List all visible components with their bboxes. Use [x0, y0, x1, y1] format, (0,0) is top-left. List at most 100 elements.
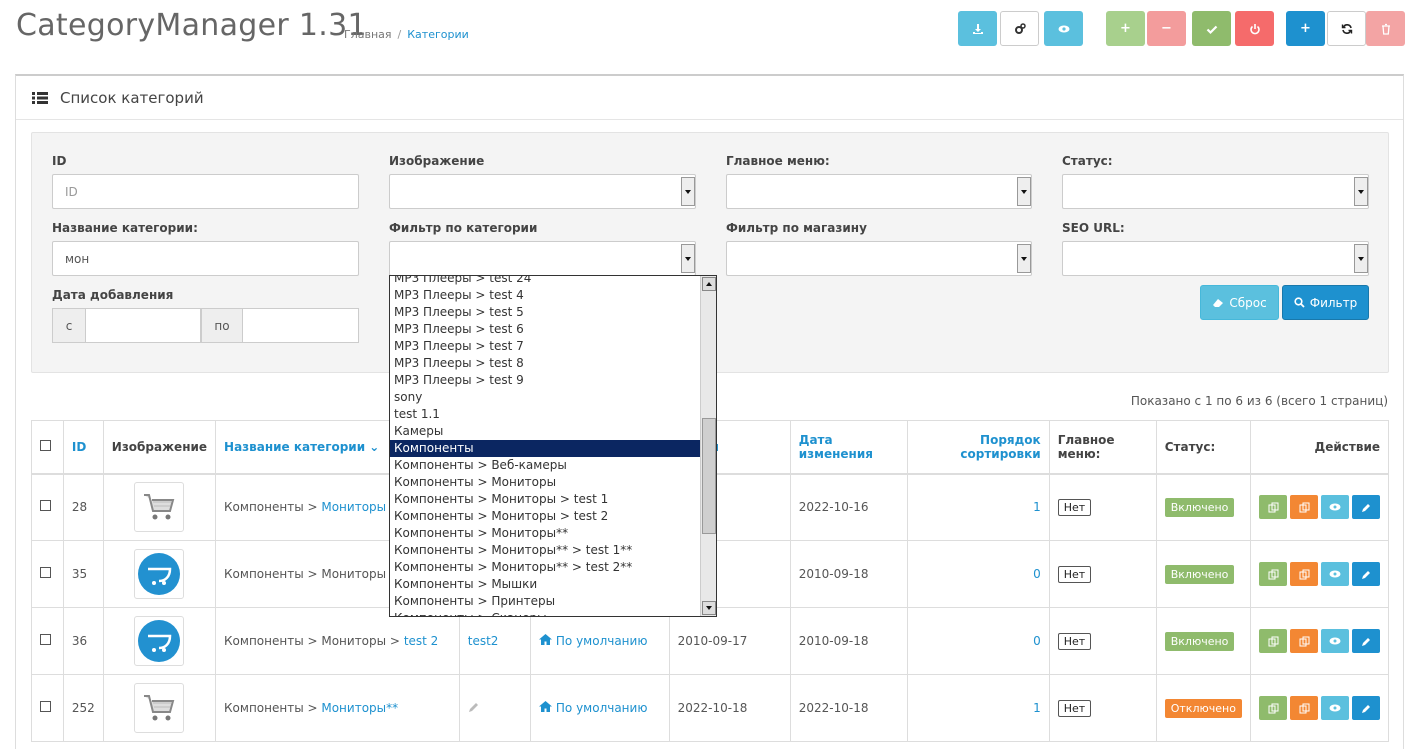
row-name-link[interactable]: test 2	[404, 634, 439, 648]
name-input[interactable]: мон	[52, 241, 359, 276]
dropdown-option[interactable]: MP3 Плееры > test 4	[390, 287, 701, 304]
category-thumbnail[interactable]	[134, 616, 185, 666]
status-select[interactable]	[1062, 174, 1369, 209]
edit-button[interactable]	[1352, 696, 1380, 720]
dropdown-option[interactable]: Компоненты > Мышки	[390, 576, 701, 593]
edit-button[interactable]	[1352, 495, 1380, 520]
select-all-checkbox[interactable]	[40, 439, 51, 451]
id-input[interactable]: ID	[52, 174, 359, 209]
edit-button[interactable]	[1352, 629, 1380, 653]
row-menu-cell: Нет	[1048, 607, 1157, 675]
date-from-input[interactable]	[85, 308, 201, 343]
settings-button[interactable]	[1000, 11, 1039, 46]
duplicate-button[interactable]	[1290, 562, 1318, 586]
dropdown-option[interactable]: MP3 Плееры > test 7	[390, 338, 701, 355]
reset-button[interactable]: Сброс	[1200, 285, 1279, 320]
view-button[interactable]	[1321, 495, 1349, 520]
row-menu-badge[interactable]: Нет	[1057, 699, 1092, 717]
row-checkbox[interactable]	[40, 567, 51, 578]
copy-button[interactable]	[1259, 629, 1287, 653]
dropdown-option[interactable]: Компоненты > Мониторы > test 2	[390, 508, 701, 525]
dropdown-option[interactable]: test 1.1	[390, 406, 701, 423]
delete-button[interactable]	[1366, 11, 1405, 46]
dropdown-option[interactable]: Компоненты > Мониторы > test 1	[390, 491, 701, 508]
disable-button[interactable]	[1235, 11, 1274, 46]
image-select[interactable]	[389, 174, 696, 209]
row-seo-link[interactable]: test2	[468, 634, 499, 648]
seo-select[interactable]	[1062, 241, 1369, 276]
preview-button[interactable]	[1044, 11, 1083, 46]
col-modified[interactable]: Дата изменения	[789, 420, 909, 475]
dropdown-option[interactable]: Компоненты > Мониторы** > test 2**	[390, 559, 701, 576]
date-to-input[interactable]	[242, 308, 359, 343]
dropdown-option[interactable]: MP3 Плееры > test 24	[390, 276, 701, 287]
copy-button[interactable]	[1259, 696, 1287, 720]
row-checkbox[interactable]	[40, 701, 51, 712]
row-menu-badge[interactable]: Нет	[1057, 498, 1092, 516]
category-filter-dropdown[interactable]: MP3 Плееры > test 24 MP3 Плееры > test 4M…	[389, 275, 717, 617]
duplicate-button[interactable]	[1290, 696, 1318, 720]
dropdown-option[interactable]: Компоненты > Веб-камеры	[390, 457, 701, 474]
copy-icon	[1299, 569, 1309, 579]
row-sort[interactable]: 0	[1033, 634, 1041, 648]
add-button[interactable]: +	[1286, 11, 1325, 46]
home-icon	[539, 634, 553, 645]
dropdown-option[interactable]: MP3 Плееры > test 8	[390, 355, 701, 372]
row-menu-badge[interactable]: Нет	[1057, 632, 1092, 650]
main-menu-select[interactable]	[726, 174, 1032, 209]
row-checkbox[interactable]	[40, 500, 51, 512]
refresh-button[interactable]	[1327, 11, 1366, 46]
row-store-link[interactable]: По умолчанию	[539, 701, 647, 715]
row-menu-badge[interactable]: Нет	[1057, 565, 1092, 583]
dropdown-option[interactable]: MP3 Плееры > test 9	[390, 372, 701, 389]
row-status-cell: Отключено	[1155, 674, 1252, 742]
dropdown-option[interactable]: MP3 Плееры > test 5	[390, 304, 701, 321]
collapse-button[interactable]: −	[1147, 11, 1186, 46]
row-sort[interactable]: 1	[1033, 701, 1041, 715]
row-name-link[interactable]: Мониторы	[321, 500, 386, 514]
dropdown-option[interactable]: Компоненты > Мониторы**	[390, 525, 701, 542]
view-button[interactable]	[1321, 629, 1349, 653]
scroll-up-icon[interactable]	[702, 277, 716, 291]
category-thumbnail[interactable]	[134, 549, 185, 599]
duplicate-button[interactable]	[1290, 495, 1318, 520]
dropdown-option[interactable]: Компоненты > Мониторы** > test 1**	[390, 542, 701, 559]
store-filter-select[interactable]	[726, 241, 1032, 276]
copy-button[interactable]	[1259, 562, 1287, 586]
row-name-link[interactable]: Мониторы**	[321, 701, 398, 715]
copy-button[interactable]	[1259, 495, 1287, 520]
scrollbar-thumb[interactable]	[702, 418, 716, 534]
breadcrumb-categories[interactable]: Категории	[407, 28, 469, 41]
view-button[interactable]	[1321, 562, 1349, 586]
row-sort[interactable]: 0	[1033, 567, 1041, 581]
row-checkbox[interactable]	[40, 634, 51, 645]
view-button[interactable]	[1321, 696, 1349, 720]
category-thumbnail[interactable]	[134, 482, 185, 533]
row-store-link[interactable]: По умолчанию	[539, 634, 647, 648]
dropdown-option[interactable]: Компоненты > Сканеры	[390, 610, 701, 616]
export-button[interactable]	[958, 11, 997, 46]
dropdown-option[interactable]: sony	[390, 389, 701, 406]
status-badge[interactable]: Отключено	[1164, 698, 1242, 718]
breadcrumb-home[interactable]: Главная	[344, 28, 392, 41]
col-id[interactable]: ID	[62, 420, 104, 475]
col-sort[interactable]: Порядок сортировки	[907, 420, 1050, 475]
dropdown-option[interactable]: Компоненты > Мониторы	[390, 474, 701, 491]
category-thumbnail[interactable]	[134, 683, 185, 733]
filter-button[interactable]: Фильтр	[1282, 285, 1369, 320]
category-filter-select[interactable]	[389, 241, 696, 276]
duplicate-button[interactable]	[1290, 629, 1318, 653]
scroll-down-icon[interactable]	[702, 601, 716, 615]
edit-button[interactable]	[1352, 562, 1380, 586]
status-badge[interactable]: Включено	[1164, 497, 1235, 517]
dropdown-scrollbar[interactable]	[700, 276, 716, 616]
enable-button[interactable]	[1192, 11, 1231, 46]
status-badge[interactable]: Включено	[1164, 631, 1235, 651]
dropdown-option[interactable]: Компоненты > Принтеры	[390, 593, 701, 610]
dropdown-option[interactable]: Камеры	[390, 423, 701, 440]
status-badge[interactable]: Включено	[1164, 564, 1235, 584]
row-sort[interactable]: 1	[1033, 500, 1041, 514]
expand-button[interactable]: +	[1106, 11, 1145, 46]
dropdown-option[interactable]: Компоненты	[390, 440, 701, 457]
dropdown-option[interactable]: MP3 Плееры > test 6	[390, 321, 701, 338]
